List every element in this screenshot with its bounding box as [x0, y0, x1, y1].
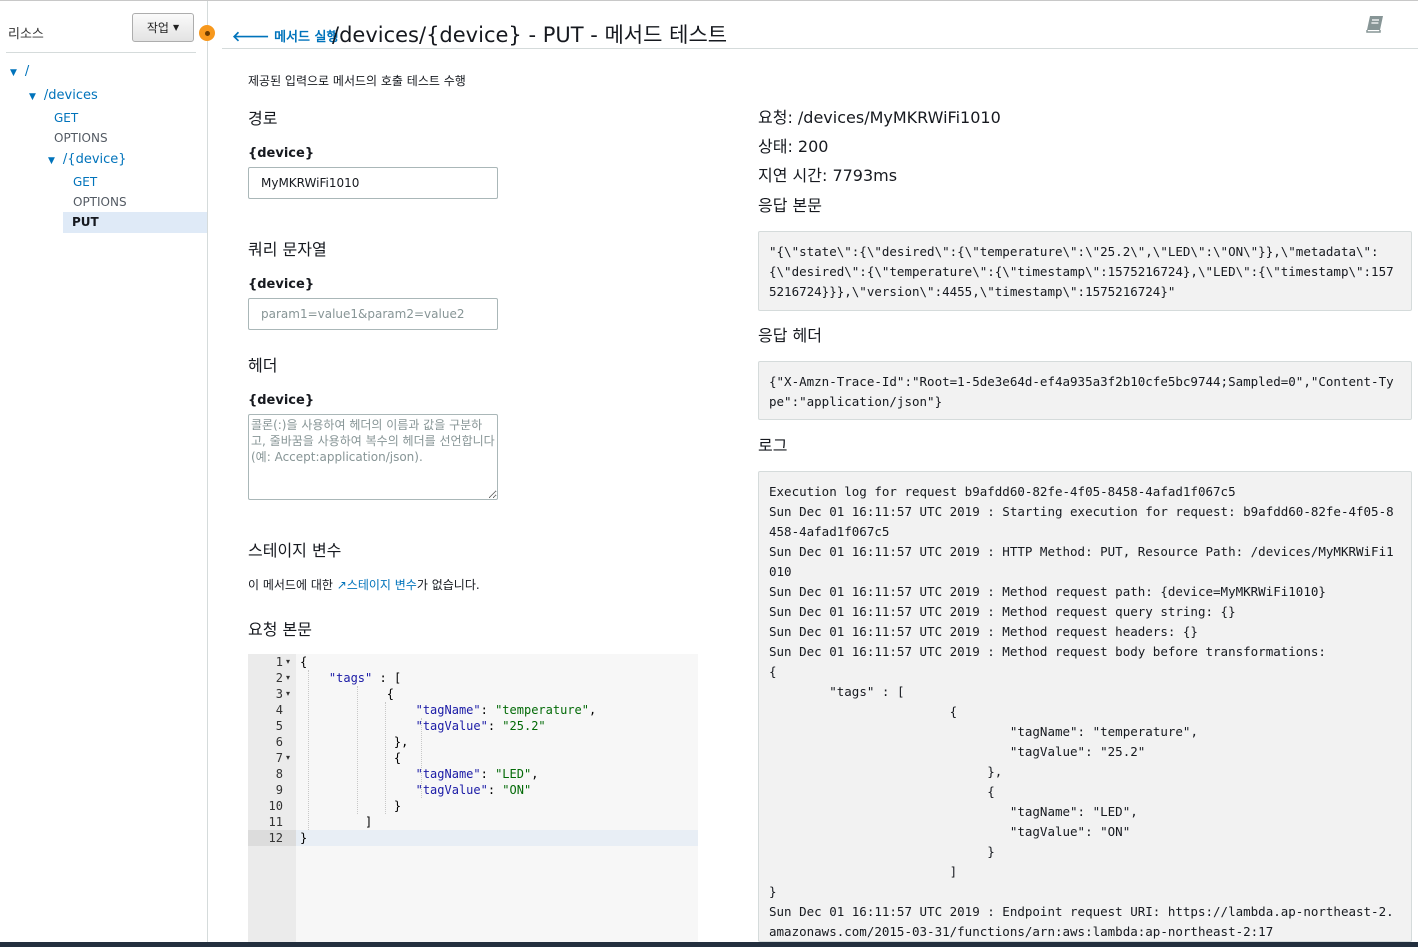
external-link-icon: ↗: [336, 578, 347, 592]
code-line: {: [300, 687, 394, 701]
tree-method-device-options[interactable]: OPTIONS: [73, 195, 127, 210]
indent-guide: [308, 670, 309, 830]
actions-label: 작업: [146, 21, 169, 35]
logs-label: 로그: [758, 436, 788, 455]
book-icon[interactable]: [1364, 13, 1386, 39]
stage-variables-link[interactable]: ↗스테이지 변수: [337, 578, 417, 592]
code-line: "tagValue": "25.2": [415, 719, 546, 733]
query-section-title: 쿼리 문자열: [248, 240, 327, 259]
method-label: GET: [54, 111, 79, 125]
response-headers-label: 응답 헤더: [758, 326, 822, 345]
stage-variables-text: 이 메서드에 대한 ↗스테이지 변수가 없습니다.: [248, 576, 480, 593]
headers-textarea[interactable]: [248, 414, 498, 500]
code-line: "tagName": "LED",: [415, 767, 539, 781]
line-number: 5: [275, 719, 283, 733]
sidebar-divider: [6, 52, 196, 53]
intro-text: 제공된 입력으로 메서드의 호출 테스트 수행: [248, 74, 466, 88]
method-label: GET: [73, 175, 98, 189]
method-label: OPTIONS: [54, 131, 108, 145]
dot-icon: [204, 30, 210, 36]
response-headers-box: {"X-Amzn-Trace-Id":"Root=1-5de3e64d-ef4a…: [758, 361, 1412, 420]
request-body-editor[interactable]: 1 ▾ 2 ▾ 3 ▾ 4 5 6 7 ▾ 8 9 10 11 12 { "tags" : [ { "tagN…: [248, 654, 698, 947]
tree-node-device[interactable]: ▼ /{device}: [48, 152, 127, 167]
line-number: 10: [268, 799, 283, 813]
resource-sidebar: 리소스 작업 ▼ ▼ / ▼/devices GET OPTIONS ▼/{dev…: [0, 1, 208, 947]
headers-param-label: {device}: [248, 393, 315, 408]
code-line: "tagValue": "ON": [415, 783, 532, 797]
response-body-label: 응답 본문: [758, 196, 822, 215]
tree-node-root[interactable]: ▼ /: [10, 64, 29, 79]
query-param-label: {device}: [248, 277, 315, 292]
bottom-bar: [0, 942, 1418, 947]
code-line: "tagName": "temperature",: [415, 703, 597, 717]
stage-text-before: 이 메서드에 대한: [248, 578, 337, 592]
line-number: 11: [268, 815, 283, 829]
code-line: {: [300, 655, 308, 669]
tree-node-label: /devices: [43, 88, 98, 103]
caret-down-icon[interactable]: ▼: [10, 68, 17, 78]
fold-caret-icon[interactable]: ▾: [286, 686, 290, 702]
caret-down-icon: ▼: [172, 23, 180, 32]
stage-variables-section-title: 스테이지 변수: [248, 541, 342, 560]
tree-method-device-get[interactable]: GET: [73, 175, 97, 190]
fold-caret-icon[interactable]: ▾: [286, 670, 290, 686]
actions-dropdown-button[interactable]: 작업 ▼: [132, 13, 194, 42]
indent-guide: [357, 686, 358, 814]
line-number: 3: [275, 687, 283, 701]
path-device-input[interactable]: [248, 167, 498, 199]
response-body-box: "{\"state\":{\"desired\":{\"temperature\…: [758, 231, 1412, 311]
back-to-method-execution-link[interactable]: 🡐 메서드 실행: [232, 26, 338, 45]
fold-caret-icon[interactable]: ▾: [286, 750, 290, 766]
sidebar-collapse-handle[interactable]: [199, 25, 215, 41]
line-number: 12: [268, 831, 283, 845]
line-number: 2: [275, 671, 283, 685]
stage-link-label: 스테이지 변수: [346, 578, 417, 592]
code-line: ]: [300, 815, 373, 829]
headers-section-title: 헤더: [248, 356, 278, 375]
code-line: }: [300, 831, 308, 845]
caret-down-icon[interactable]: ▼: [48, 156, 55, 166]
fold-caret-icon[interactable]: ▾: [286, 654, 290, 670]
line-number: 4: [275, 703, 283, 717]
path-section-title: 경로: [248, 109, 278, 128]
method-label: PUT: [72, 215, 99, 229]
tree-method-devices-get[interactable]: GET: [54, 111, 78, 126]
tree-method-device-put-selected[interactable]: PUT: [63, 212, 207, 233]
line-number: 7: [275, 751, 283, 765]
request-path-text: 요청: /devices/MyMKRWiFi1010: [758, 108, 1001, 127]
latency-text: 지연 시간: 7793ms: [758, 166, 898, 185]
tree-node-label: /{device}: [62, 152, 127, 167]
active-line-highlight: [296, 830, 698, 846]
status-text: 상태: 200: [758, 137, 829, 156]
indent-guide: [385, 702, 386, 814]
logs-box: Execution log for request b9afdd60-82fe-…: [758, 471, 1412, 942]
back-link-label: 메서드 실행: [274, 30, 339, 45]
code-line: "tags" : [: [328, 671, 402, 685]
arrow-left-icon: 🡐: [232, 29, 270, 45]
stage-text-after: 가 없습니다.: [416, 578, 480, 592]
line-number: 9: [275, 783, 283, 797]
header-divider: [222, 48, 1418, 49]
page-title: /devices/{device} - PUT - 메서드 테스트: [332, 23, 728, 47]
tree-method-devices-options[interactable]: OPTIONS: [54, 131, 108, 146]
path-param-label: {device}: [248, 146, 315, 161]
caret-down-icon[interactable]: ▼: [29, 92, 36, 102]
indent-guide: [421, 718, 422, 798]
line-number: 1: [275, 655, 283, 669]
method-label: OPTIONS: [73, 195, 127, 209]
line-number: 8: [275, 767, 283, 781]
request-body-section-title: 요청 본문: [248, 620, 312, 639]
tree-node-label: /: [24, 64, 30, 79]
sidebar-title: 리소스: [8, 27, 44, 42]
query-string-input[interactable]: [248, 298, 498, 330]
tree-node-devices[interactable]: ▼ /devices: [29, 88, 98, 103]
code-line: },: [300, 735, 409, 749]
line-number: 6: [275, 735, 283, 749]
